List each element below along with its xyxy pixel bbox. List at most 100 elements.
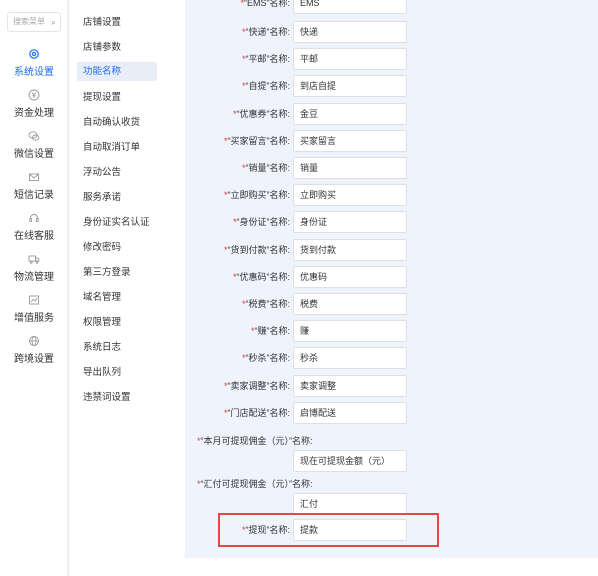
- form-row-promo-code: *“优惠码”名称:: [185, 266, 290, 288]
- submenu-item-id-verification[interactable]: 身份证实名认证: [77, 213, 157, 232]
- form-row-tax: *“税费”名称:: [185, 293, 290, 315]
- nav-funds[interactable]: 资金处理: [0, 89, 68, 119]
- nav-sms[interactable]: 短信记录: [0, 171, 68, 201]
- form-row-earn: *“赚”名称:: [185, 320, 290, 342]
- form-row-flash-sale: *“秒杀”名称:: [185, 347, 290, 369]
- field-label-flash-sale: *“秒杀”名称:: [241, 353, 290, 364]
- settings-submenu: 店铺设置 店铺参数 功能名称 提现设置 自动确认收货 自动取消订单 浮动公告 服…: [70, 0, 165, 576]
- mail-icon: [29, 173, 39, 181]
- field-label-promo-code: *“优惠码”名称:: [232, 271, 290, 282]
- main-content: *“EMS”名称: EMS *“快递”名称: 快递 *“平邮”名称: 平邮 *“自提”名…: [165, 0, 598, 576]
- submenu-item-export-queue[interactable]: 导出队列: [77, 363, 157, 382]
- submenu-item-permissions[interactable]: 权限管理: [77, 313, 157, 332]
- field-input-buyer-message[interactable]: 买家留言: [293, 129, 407, 152]
- nav-online-service-label: 在线客服: [14, 231, 54, 242]
- field-input-huifu-withdrawable[interactable]: 汇付: [293, 493, 407, 515]
- field-label-cod: *“货到付款”名称:: [223, 244, 290, 255]
- field-label-buy-now: *“立即购买”名称:: [223, 190, 290, 201]
- submenu-item-third-party-login[interactable]: 第三方登录: [77, 263, 157, 282]
- nav-logistics-label: 物流管理: [14, 272, 54, 283]
- nav-logistics[interactable]: 物流管理: [0, 253, 68, 283]
- field-label-earn: *“赚”名称:: [250, 326, 290, 337]
- nav-cross-border-label: 跨境设置: [14, 354, 54, 365]
- field-input-surface-mail[interactable]: 平邮: [293, 48, 407, 71]
- form-row-seller-adjust: *“卖家调整”名称:: [185, 375, 290, 397]
- field-label-store-delivery: *“门店配送”名称:: [223, 407, 290, 418]
- field-input-monthly-withdrawable[interactable]: 现在可提现金额（元）: [293, 450, 407, 472]
- field-label-express: *“快递”名称:: [241, 27, 290, 37]
- field-input-seller-adjust[interactable]: 卖家调整: [293, 374, 407, 397]
- submenu-item-feature-names[interactable]: 功能名称: [77, 62, 157, 81]
- gear-icon: [29, 49, 39, 59]
- form-row-store-delivery: *“门店配送”名称:: [185, 402, 290, 424]
- field-input-express[interactable]: 快递: [293, 21, 407, 43]
- yen-icon: [28, 89, 40, 101]
- field-label-tax: *“税费”名称:: [241, 299, 290, 309]
- submenu-item-floating-notice[interactable]: 浮动公告: [77, 163, 157, 182]
- submenu-item-store-settings[interactable]: 店铺设置: [77, 13, 157, 32]
- submenu-item-auto-confirm[interactable]: 自动确认收货: [77, 113, 157, 132]
- field-label-coupon: *“优惠券”名称:: [232, 108, 290, 119]
- form-row-buyer-message: *“买家留言”名称:: [185, 130, 290, 152]
- nav-wechat-label: 微信设置: [14, 149, 54, 160]
- field-label-self-pickup: *“自提”名称:: [241, 81, 290, 92]
- nav-wechat[interactable]: 微信设置: [0, 130, 68, 160]
- nav-online-service[interactable]: 在线客服: [0, 212, 68, 242]
- submenu-item-change-password[interactable]: 修改密码: [77, 238, 157, 257]
- field-input-earn[interactable]: 赚: [293, 320, 407, 343]
- field-label-monthly-withdrawable: *“本月可提现佣金（元）”名称:: [197, 436, 313, 446]
- form-row-sales: *“销量”名称:: [185, 157, 290, 179]
- field-input-cod[interactable]: 货到付款: [293, 238, 407, 261]
- nav-cross-border[interactable]: 跨境设置: [0, 335, 68, 365]
- form-row-ems: *“EMS”名称:: [185, 0, 290, 14]
- chart-icon: [29, 295, 39, 305]
- submenu-item-domain[interactable]: 域名管理: [77, 288, 157, 307]
- field-input-tax[interactable]: 税费: [293, 293, 407, 315]
- form-row-id-card: *“身份证”名称:: [185, 211, 290, 233]
- submenu-item-auto-cancel[interactable]: 自动取消订单: [77, 138, 157, 157]
- field-label-seller-adjust: *“卖家调整”名称:: [223, 380, 290, 391]
- submenu-item-system-log[interactable]: 系统日志: [77, 338, 157, 357]
- form-row-express: *“快递”名称:: [185, 21, 290, 43]
- menu-search-input[interactable]: 搜索菜单 ⌕: [7, 12, 61, 32]
- nav-value-added-label: 增值服务: [14, 313, 54, 324]
- field-label-id-card: *“身份证”名称:: [232, 217, 290, 228]
- globe-icon: [29, 336, 39, 346]
- form-row-buy-now: *“立即购买”名称:: [185, 184, 290, 206]
- submenu-item-banned-words[interactable]: 违禁词设置: [77, 388, 157, 407]
- field-label-ems: *“EMS”名称:: [240, 0, 290, 8]
- field-input-ems[interactable]: EMS: [293, 0, 407, 14]
- form-row-self-pickup: *“自提”名称:: [185, 75, 290, 97]
- submenu-item-service-promise[interactable]: 服务承诺: [77, 188, 157, 207]
- menu-search-placeholder: 搜索菜单: [13, 17, 45, 26]
- field-input-promo-code[interactable]: 优惠码: [293, 265, 407, 288]
- submenu-item-withdraw-settings[interactable]: 提现设置: [77, 88, 157, 107]
- field-label-huifu-withdrawable: *“汇付可提现佣金（元）”名称:: [197, 479, 313, 489]
- field-input-flash-sale[interactable]: 秒杀: [293, 347, 407, 370]
- nav-system-settings-label: 系统设置: [14, 67, 54, 78]
- highlight-box: [218, 513, 439, 547]
- nav-sms-label: 短信记录: [14, 190, 54, 201]
- form-row-surface-mail: *“平邮”名称:: [185, 48, 290, 70]
- field-input-coupon[interactable]: 金豆: [293, 102, 407, 125]
- field-input-sales[interactable]: 销量: [293, 157, 407, 179]
- feature-name-form: *“EMS”名称: EMS *“快递”名称: 快递 *“平邮”名称: 平邮 *“自提”名…: [185, 0, 598, 558]
- truck-icon: [28, 255, 40, 264]
- form-row-coupon: *“优惠券”名称:: [185, 103, 290, 125]
- field-input-store-delivery[interactable]: 启博配送: [293, 401, 407, 424]
- nav-funds-label: 资金处理: [14, 108, 54, 119]
- form-row-cod: *“货到付款”名称:: [185, 239, 290, 261]
- field-label-buyer-message: *“买家留言”名称:: [223, 135, 290, 146]
- field-label-surface-mail: *“平邮”名称:: [241, 54, 290, 65]
- wechat-icon: [28, 131, 40, 141]
- field-input-buy-now[interactable]: 立即购买: [293, 184, 407, 207]
- search-icon: ⌕: [50, 17, 56, 27]
- submenu-item-store-params[interactable]: 店铺参数: [77, 38, 157, 57]
- nav-value-added[interactable]: 增值服务: [0, 294, 68, 324]
- field-label-sales: *“销量”名称:: [241, 163, 290, 173]
- headset-icon: [29, 214, 39, 222]
- nav-system-settings[interactable]: 系统设置: [0, 48, 68, 78]
- field-input-self-pickup[interactable]: 到店自提: [293, 75, 407, 98]
- main-nav-rail: 搜索菜单 ⌕ 系统设置 资金处理 微信设置 短信记录 在线客服 物流管理 增值服…: [0, 0, 68, 576]
- field-input-id-card[interactable]: 身份证: [293, 211, 407, 234]
